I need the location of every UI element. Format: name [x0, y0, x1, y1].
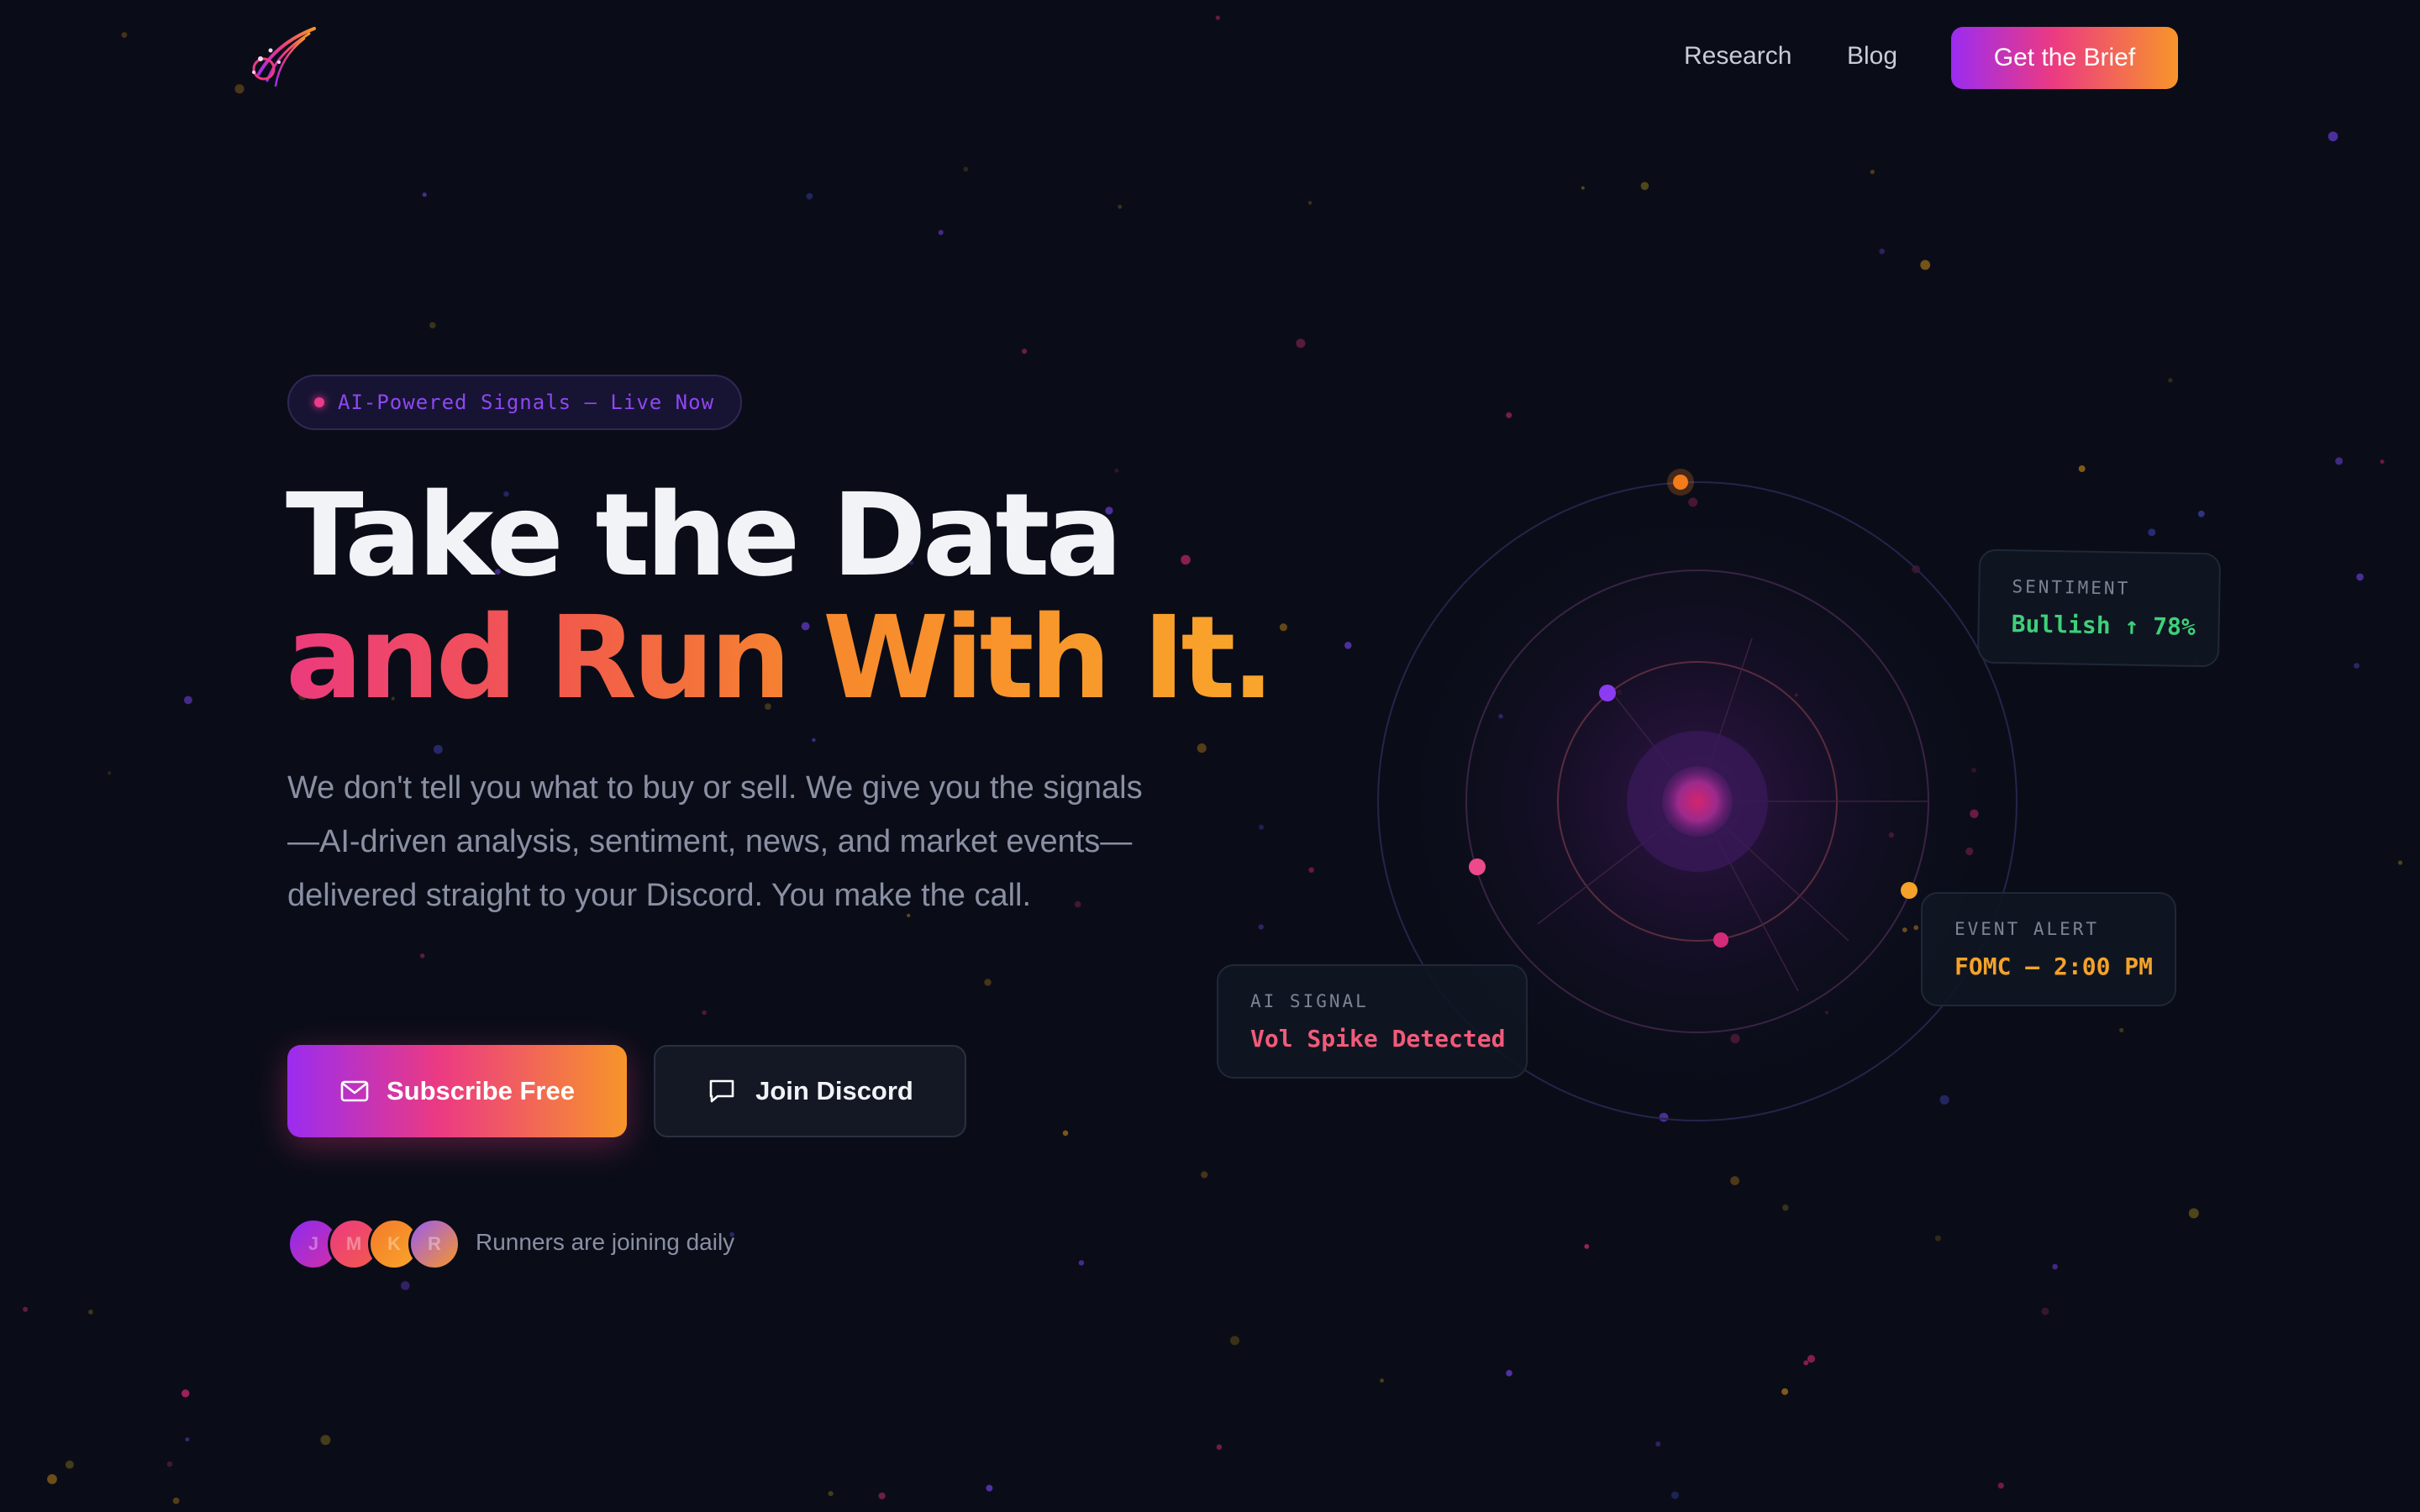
particle-dot — [2380, 459, 2385, 465]
radar-node — [1599, 685, 1616, 701]
particle-dot — [2354, 663, 2360, 669]
particle-dot — [1118, 204, 1123, 209]
particle-dot — [1803, 1360, 1809, 1366]
particle-dot — [963, 166, 969, 172]
particle-dot — [1920, 260, 1931, 270]
particle-dot — [1296, 339, 1306, 349]
particle-dot — [1230, 1336, 1239, 1346]
particle-dot — [320, 1435, 331, 1446]
ai-signal-card: AI SIGNAL Vol Spike Detected — [1217, 964, 1528, 1079]
particle-dot — [702, 1010, 707, 1016]
hero-headline: Take the Data and Run With It. — [286, 470, 1275, 725]
particle-dot — [1216, 1444, 1223, 1450]
headline-line-2: and Run With It. — [286, 592, 1275, 725]
avatar-stack: J M K R — [287, 1218, 460, 1270]
particle-dot — [182, 1389, 190, 1398]
subscribe-free-button[interactable]: Subscribe Free — [287, 1045, 627, 1137]
particle-dot — [828, 1491, 834, 1497]
subscribe-label: Subscribe Free — [387, 1076, 575, 1105]
particle-dot — [172, 1497, 180, 1504]
live-dot-icon — [314, 397, 324, 407]
particle-dot — [1022, 349, 1028, 354]
sentiment-label: SENTIMENT — [2012, 576, 2131, 599]
particle-dot — [1307, 201, 1313, 205]
social-proof-text: Runners are joining daily — [476, 1229, 735, 1255]
particle-dot — [878, 1492, 886, 1499]
particle-dot — [2188, 1208, 2199, 1219]
particle-dot — [2197, 510, 2205, 517]
particle-dot — [806, 192, 813, 200]
particle-dot — [2335, 457, 2344, 465]
live-badge: AI-Powered Signals — Live Now — [287, 375, 742, 430]
sentiment-value: Bullish ↑ 78% — [2011, 610, 2196, 642]
mail-icon — [340, 1080, 369, 1102]
radar-node — [1901, 882, 1918, 899]
particle-dot — [401, 1281, 410, 1290]
particle-dot — [1640, 181, 1649, 191]
nav-link-blog[interactable]: Blog — [1847, 42, 1897, 71]
event-alert-card: EVENT ALERT FOMC — 2:00 PM — [1921, 892, 2176, 1006]
particle-dot — [88, 1310, 93, 1315]
event-alert-value: FOMC — 2:00 PM — [1954, 953, 2154, 980]
particle-dot — [108, 771, 112, 775]
join-discord-button[interactable]: Join Discord — [654, 1045, 966, 1137]
radar-node — [1713, 932, 1728, 948]
particle-dot — [65, 1460, 74, 1469]
nav-link-research[interactable]: Research — [1684, 42, 1791, 71]
particle-dot — [1997, 1483, 2004, 1489]
particle-dot — [1197, 743, 1207, 753]
particle-dot — [429, 322, 436, 329]
avatar: R — [408, 1218, 460, 1270]
comet-logo-icon[interactable] — [242, 25, 318, 92]
particle-dot — [1655, 1441, 1661, 1446]
particle-dot — [2148, 528, 2156, 537]
particle-dot — [2052, 1263, 2058, 1270]
radar-core — [1662, 766, 1733, 837]
particle-dot — [184, 696, 192, 705]
headline-line-1: Take the Data — [286, 470, 1123, 602]
particle-dot — [1934, 1235, 1941, 1242]
particle-dot — [1807, 1355, 1816, 1363]
ai-signal-value: Vol Spike Detected — [1250, 1025, 1506, 1053]
particle-dot — [1781, 1388, 1789, 1395]
particle-dot — [2356, 573, 2364, 581]
particle-dot — [1078, 1260, 1085, 1266]
particle-dot — [1584, 1244, 1590, 1249]
chat-bubble-icon — [709, 1079, 734, 1103]
radar-illustration — [1377, 469, 2018, 1121]
particle-dot — [185, 1437, 190, 1441]
top-navigation: Research Blog Get the Brief — [0, 0, 2420, 118]
ai-signal-label: AI SIGNAL — [1250, 991, 1369, 1011]
particle-dot — [812, 738, 816, 743]
particle-dot — [1870, 170, 1875, 175]
hero-subtext: We don't tell you what to buy or sell. W… — [287, 770, 1143, 913]
join-discord-label: Join Discord — [755, 1076, 913, 1105]
radar-node — [1469, 858, 1486, 875]
particle-dot — [1879, 249, 1885, 255]
particle-dot — [1506, 1369, 1512, 1377]
badge-text: AI-Powered Signals — Live Now — [338, 391, 715, 414]
event-alert-label: EVENT ALERT — [1954, 919, 2100, 939]
particle-dot — [1062, 1130, 1069, 1137]
particle-dot — [1380, 1378, 1384, 1383]
particle-dot — [2397, 860, 2403, 865]
particle-dot — [986, 1484, 993, 1492]
particle-dot — [420, 953, 425, 958]
particle-dot — [166, 1461, 173, 1467]
particle-dot — [23, 1306, 29, 1312]
particle-dot — [2041, 1307, 2049, 1315]
get-the-brief-button[interactable]: Get the Brief — [1951, 27, 2178, 89]
radar-node-glow — [1667, 469, 1694, 496]
particle-dot — [1581, 186, 1585, 190]
particle-dot — [2328, 131, 2338, 142]
particle-dot — [1201, 1171, 1208, 1179]
particle-dot — [47, 1474, 57, 1484]
particle-dot — [1670, 1491, 1679, 1499]
particle-dot — [434, 744, 443, 754]
particle-dot — [984, 979, 992, 986]
sentiment-card: SENTIMENT Bullish ↑ 78% — [1976, 549, 2222, 668]
particle-dot — [938, 229, 944, 235]
particle-dot — [2168, 378, 2173, 383]
particle-dot — [422, 192, 427, 197]
